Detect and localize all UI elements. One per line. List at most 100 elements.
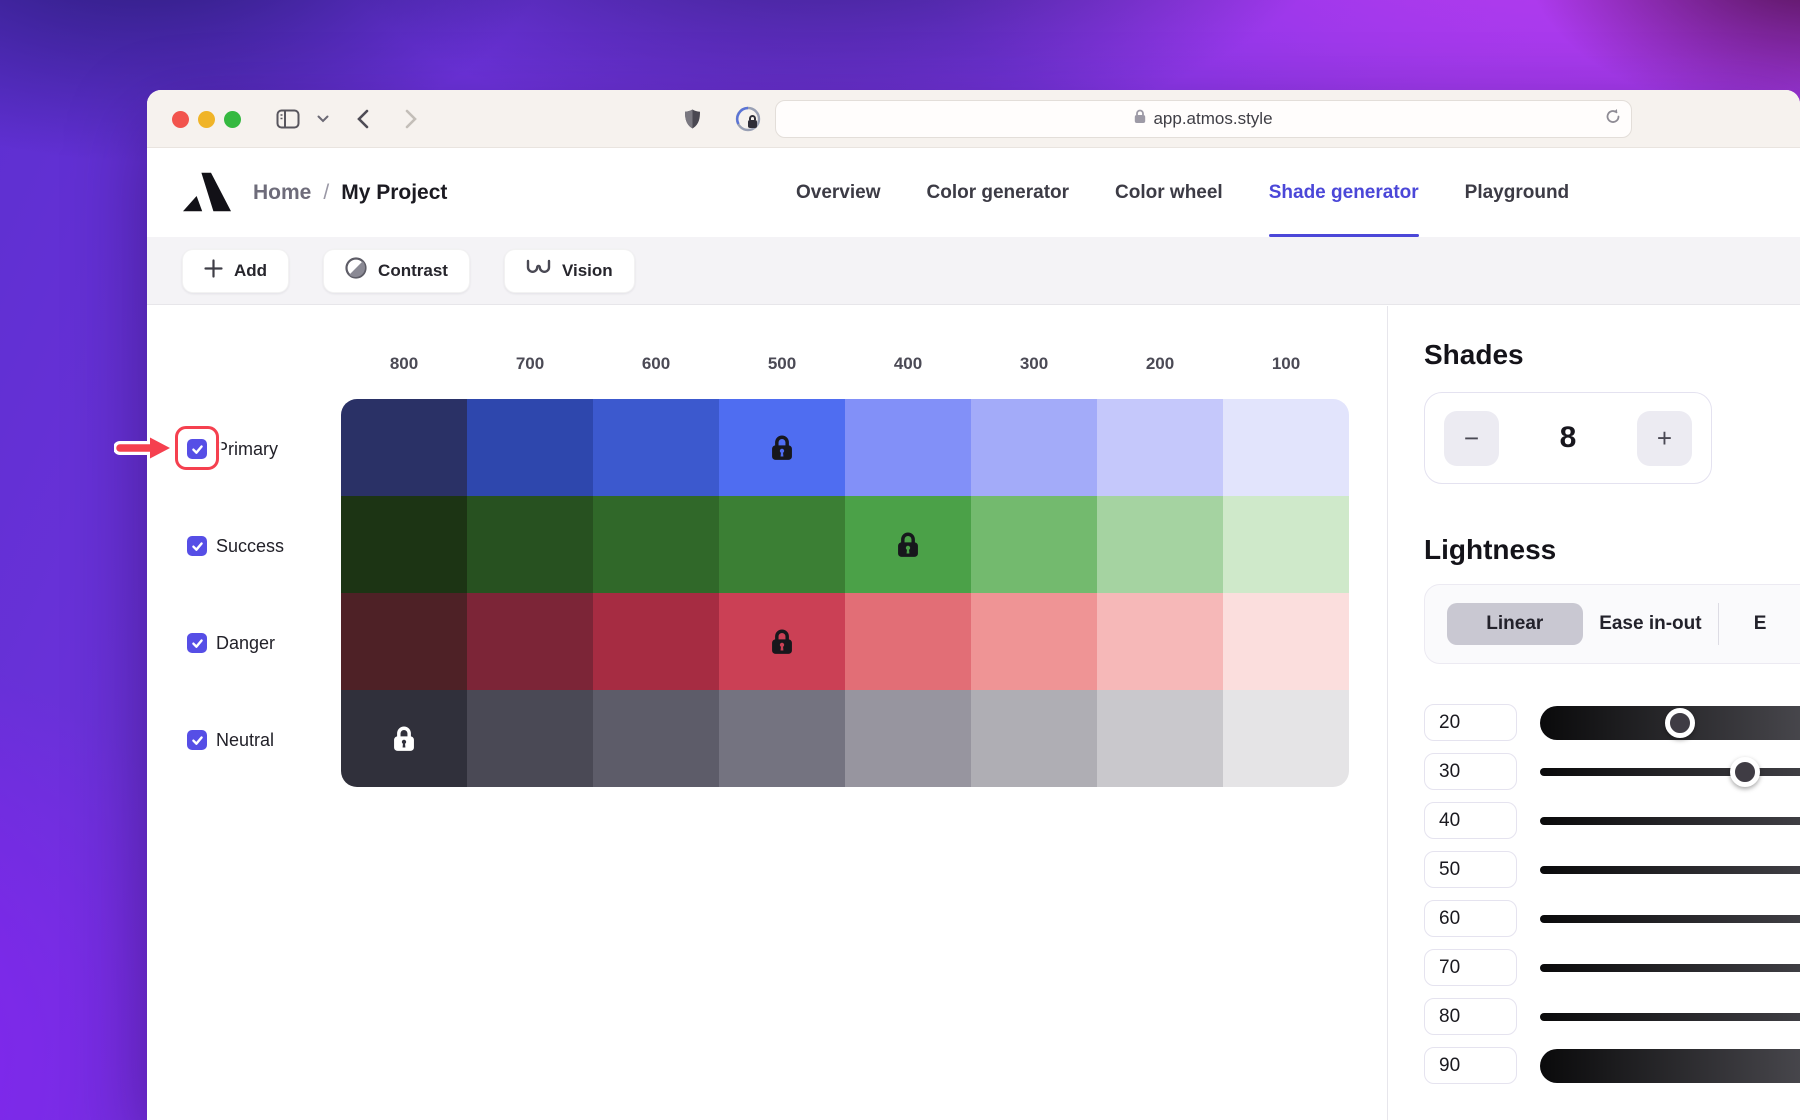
success-400-swatch[interactable] xyxy=(845,496,971,593)
ssl-lock-icon xyxy=(1134,109,1146,129)
lightness-70-input[interactable]: 70 xyxy=(1424,949,1517,986)
lightness-row-50: 50 xyxy=(1387,845,1800,894)
success-500-swatch[interactable] xyxy=(719,496,845,593)
danger-300-swatch[interactable] xyxy=(971,593,1097,690)
sidebar-toggle-icon[interactable] xyxy=(276,109,300,129)
lightness-60-slider[interactable] xyxy=(1540,915,1800,923)
nav-shade-generator[interactable]: Shade generator xyxy=(1269,148,1419,237)
success-row xyxy=(341,496,1349,593)
lightness-90-slider[interactable] xyxy=(1540,1049,1800,1083)
primary-400-swatch[interactable] xyxy=(845,399,971,496)
tab-linear[interactable]: Linear xyxy=(1447,603,1583,645)
column-header-600: 600 xyxy=(593,354,719,374)
success-700-swatch[interactable] xyxy=(467,496,593,593)
breadcrumb-current-project: My Project xyxy=(341,181,447,205)
primary-700-swatch[interactable] xyxy=(467,399,593,496)
minimize-window-button[interactable] xyxy=(198,111,215,128)
lock-icon[interactable] xyxy=(770,434,794,461)
lightness-40-slider[interactable] xyxy=(1540,817,1800,825)
contrast-button[interactable]: Contrast xyxy=(323,249,470,293)
maximize-window-button[interactable] xyxy=(224,111,241,128)
breadcrumb-home-link[interactable]: Home xyxy=(253,181,311,205)
success-300-swatch[interactable] xyxy=(971,496,1097,593)
password-manager-icon[interactable] xyxy=(735,106,761,132)
neutral-800-swatch[interactable] xyxy=(341,690,467,787)
primary-row xyxy=(341,399,1349,496)
decrease-shades-button[interactable]: − xyxy=(1444,411,1499,466)
browser-chrome: app.atmos.style xyxy=(147,90,1800,148)
lightness-30-slider-handle[interactable] xyxy=(1730,757,1760,787)
lightness-20-slider[interactable] xyxy=(1540,706,1800,740)
lightness-40-input[interactable]: 40 xyxy=(1424,802,1517,839)
success-checkbox[interactable] xyxy=(187,536,207,556)
nav-color-generator[interactable]: Color generator xyxy=(927,148,1070,237)
success-200-swatch[interactable] xyxy=(1097,496,1223,593)
danger-500-swatch[interactable] xyxy=(719,593,845,690)
back-button[interactable] xyxy=(356,109,369,129)
breadcrumb: Home / My Project xyxy=(253,148,447,237)
danger-checkbox[interactable] xyxy=(187,633,207,653)
tab-ease-in-out[interactable]: Ease in-out xyxy=(1583,603,1719,645)
forward-button[interactable] xyxy=(405,109,418,129)
increase-shades-button[interactable]: + xyxy=(1637,411,1692,466)
neutral-400-swatch[interactable] xyxy=(845,690,971,787)
lock-icon[interactable] xyxy=(896,531,920,558)
primary-checkbox[interactable] xyxy=(187,439,207,459)
vision-button[interactable]: Vision xyxy=(504,249,635,293)
neutral-100-swatch[interactable] xyxy=(1223,690,1349,787)
danger-800-swatch[interactable] xyxy=(341,593,467,690)
primary-100-swatch[interactable] xyxy=(1223,399,1349,496)
lock-icon[interactable] xyxy=(392,725,416,752)
lightness-60-input[interactable]: 60 xyxy=(1424,900,1517,937)
nav-overview[interactable]: Overview xyxy=(796,148,881,237)
browser-window: app.atmos.style Home / My Project Overvi… xyxy=(147,90,1800,1120)
neutral-300-swatch[interactable] xyxy=(971,690,1097,787)
reload-icon[interactable] xyxy=(1604,108,1622,131)
neutral-checkbox[interactable] xyxy=(187,730,207,750)
nav-playground[interactable]: Playground xyxy=(1465,148,1570,237)
success-600-swatch[interactable] xyxy=(593,496,719,593)
lock-icon[interactable] xyxy=(770,628,794,655)
danger-700-swatch[interactable] xyxy=(467,593,593,690)
primary-600-swatch[interactable] xyxy=(593,399,719,496)
danger-600-swatch[interactable] xyxy=(593,593,719,690)
neutral-500-swatch[interactable] xyxy=(719,690,845,787)
column-header-400: 400 xyxy=(845,354,971,374)
danger-100-swatch[interactable] xyxy=(1223,593,1349,690)
atmos-logo[interactable] xyxy=(183,170,231,219)
primary-200-swatch[interactable] xyxy=(1097,399,1223,496)
add-button[interactable]: Add xyxy=(182,249,289,293)
danger-400-swatch[interactable] xyxy=(845,593,971,690)
lightness-30-input[interactable]: 30 xyxy=(1424,753,1517,790)
address-bar[interactable]: app.atmos.style xyxy=(775,100,1632,138)
lightness-30-slider[interactable] xyxy=(1540,768,1800,776)
neutral-200-swatch[interactable] xyxy=(1097,690,1223,787)
tab-clipped[interactable]: E xyxy=(1719,603,1800,645)
neutral-700-swatch[interactable] xyxy=(467,690,593,787)
shades-stepper: − 8 + xyxy=(1424,392,1712,484)
neutral-label: Neutral xyxy=(216,730,274,751)
privacy-shield-icon[interactable] xyxy=(684,108,701,129)
primary-800-swatch[interactable] xyxy=(341,399,467,496)
lightness-20-slider-handle[interactable] xyxy=(1665,708,1695,738)
lightness-70-slider[interactable] xyxy=(1540,964,1800,972)
lightness-90-input[interactable]: 90 xyxy=(1424,1047,1517,1084)
lightness-50-input[interactable]: 50 xyxy=(1424,851,1517,888)
nav-color-wheel[interactable]: Color wheel xyxy=(1115,148,1223,237)
lightness-20-input[interactable]: 20 xyxy=(1424,704,1517,741)
shade-generator-content: 800700600500400300200100 Primary xyxy=(147,306,1800,1120)
success-800-swatch[interactable] xyxy=(341,496,467,593)
lightness-50-slider[interactable] xyxy=(1540,866,1800,874)
success-100-swatch[interactable] xyxy=(1223,496,1349,593)
contrast-icon xyxy=(345,257,367,284)
neutral-600-swatch[interactable] xyxy=(593,690,719,787)
close-window-button[interactable] xyxy=(172,111,189,128)
danger-200-swatch[interactable] xyxy=(1097,593,1223,690)
lightness-80-slider[interactable] xyxy=(1540,1013,1800,1021)
checkmark-icon xyxy=(191,443,204,456)
danger-toggle-row: Danger xyxy=(187,629,275,657)
primary-500-swatch[interactable] xyxy=(719,399,845,496)
lightness-80-input[interactable]: 80 xyxy=(1424,998,1517,1035)
chevron-down-icon[interactable] xyxy=(317,115,329,123)
primary-300-swatch[interactable] xyxy=(971,399,1097,496)
